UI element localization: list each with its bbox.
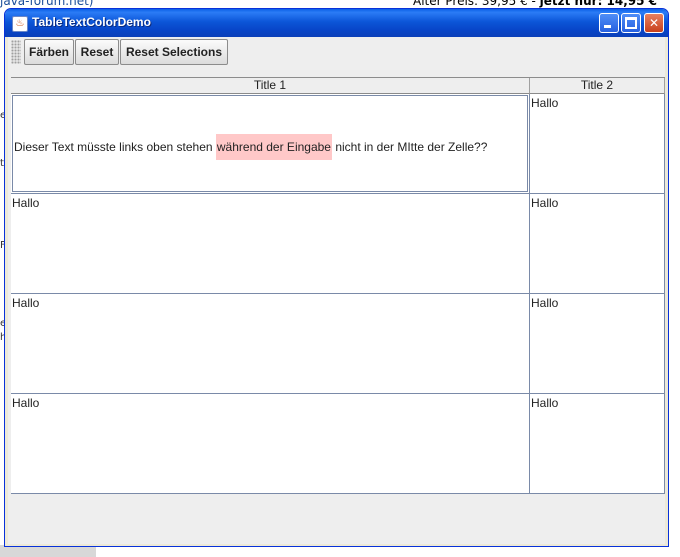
background-price: Alter Preis: 39,95 € - jetzt nur: 14,95 …: [413, 0, 658, 8]
close-button[interactable]: ✕: [644, 13, 664, 33]
cell-text: Hallo: [531, 196, 559, 210]
table-cell[interactable]: Hallo: [530, 194, 665, 294]
cell-editor-text[interactable]: Dieser Text müsste links oben stehen wäh…: [14, 134, 487, 160]
cell-editor[interactable]: Dieser Text müsste links oben stehen wäh…: [12, 95, 528, 192]
table-cell[interactable]: Dieser Text müsste links oben stehen wäh…: [11, 94, 530, 194]
reset-button[interactable]: Reset: [75, 39, 119, 65]
minimize-button[interactable]: [599, 13, 619, 33]
minimize-icon: [604, 25, 611, 28]
cell-text: Hallo: [12, 296, 40, 310]
toolbar-grip-handle[interactable]: [11, 40, 21, 64]
maximize-button[interactable]: [621, 13, 641, 33]
cell-text: Hallo: [531, 96, 559, 110]
maximize-icon: [625, 17, 637, 29]
window-title: TableTextColorDemo: [32, 15, 151, 29]
farben-button[interactable]: Färben: [24, 39, 74, 65]
reset-selections-button[interactable]: Reset Selections: [120, 39, 228, 65]
close-icon: ✕: [648, 16, 660, 30]
table: Title 1 Title 2 Dieser Text müsste links…: [11, 77, 665, 495]
table-cell[interactable]: Hallo: [530, 94, 665, 194]
cell-text: Hallo: [12, 396, 40, 410]
table-cell[interactable]: Hallo: [530, 294, 665, 394]
column-header-title-1[interactable]: Title 1: [11, 78, 530, 94]
cell-text: Hallo: [12, 196, 40, 210]
highlighted-text: während der Eingabe: [215, 134, 332, 160]
table-cell[interactable]: Hallo: [11, 194, 530, 294]
app-window: ♨ TableTextColorDemo ✕ Färben Reset Rese…: [4, 8, 669, 547]
java-cup-icon[interactable]: ♨: [12, 16, 28, 32]
background-link[interactable]: java-forum.net): [0, 0, 93, 8]
toolbar: Färben Reset Reset Selections: [8, 37, 665, 67]
column-header-title-2[interactable]: Title 2: [530, 78, 665, 94]
cell-text: Hallo: [531, 296, 559, 310]
table-cell[interactable]: Hallo: [530, 394, 665, 494]
title-bar[interactable]: ♨ TableTextColorDemo ✕: [5, 9, 668, 37]
table-cell[interactable]: Hallo: [11, 394, 530, 494]
table-cell[interactable]: Hallo: [11, 294, 530, 394]
cell-text: Hallo: [531, 396, 559, 410]
empty-panel-area: [8, 494, 665, 544]
window-content: Färben Reset Reset Selections Title 1 Ti…: [8, 37, 665, 544]
